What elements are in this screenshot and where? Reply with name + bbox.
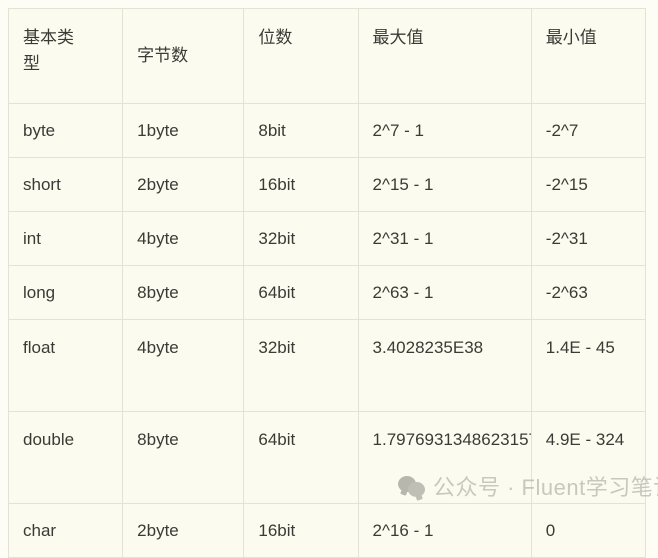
column-header-min-value: 最小值 xyxy=(530,8,647,104)
cell-max: 2^31 - 1 xyxy=(357,211,532,266)
cell-max: 2^16 - 1 xyxy=(357,503,532,558)
column-header-bits: 位数 xyxy=(243,8,359,104)
cell-bytes: 8byte xyxy=(122,265,245,320)
cell-max: 2^7 - 1 xyxy=(357,103,532,158)
cell-bytes: 4byte xyxy=(122,211,245,266)
cell-bits: 16bit xyxy=(243,157,359,212)
cell-bits: 64bit xyxy=(243,411,359,504)
cell-min: -2^63 xyxy=(530,265,647,320)
table-row: int 4byte 32bit 2^31 - 1 -2^31 xyxy=(7,211,647,266)
cell-max: 3.4028235E38 xyxy=(357,319,532,412)
table-row: byte 1byte 8bit 2^7 - 1 -2^7 xyxy=(7,103,647,158)
cell-bits: 16bit xyxy=(243,503,359,558)
cell-type: long xyxy=(7,265,124,320)
cell-max: 1.7976931348623157E308 xyxy=(357,411,532,504)
cell-type: double xyxy=(7,411,124,504)
cell-bytes: 2byte xyxy=(122,157,245,212)
cell-type: byte xyxy=(7,103,124,158)
cell-bits: 64bit xyxy=(243,265,359,320)
cell-bytes: 1byte xyxy=(122,103,245,158)
cell-min: -2^31 xyxy=(530,211,647,266)
cell-type: float xyxy=(7,319,124,412)
table-row: double 8byte 64bit 1.7976931348623157E30… xyxy=(7,411,647,504)
cell-min: -2^15 xyxy=(530,157,647,212)
cell-min: 4.9E - 324 xyxy=(530,411,647,504)
cell-type: int xyxy=(7,211,124,266)
table-header-row: 基本类型 字节数 位数 最大值 最小值 xyxy=(7,8,647,104)
java-primitive-types-table-container: 基本类型 字节数 位数 最大值 最小值 byte 1byte 8bit 2^7 … xyxy=(7,8,647,558)
cell-bits: 8bit xyxy=(243,103,359,158)
cell-bits: 32bit xyxy=(243,319,359,412)
cell-min: 0 xyxy=(530,503,647,558)
cell-bytes: 2byte xyxy=(122,503,245,558)
cell-bytes: 4byte xyxy=(122,319,245,412)
column-header-bytes: 字节数 xyxy=(122,8,245,104)
column-header-max-value: 最大值 xyxy=(357,8,532,104)
cell-min: -2^7 xyxy=(530,103,647,158)
cell-bits: 32bit xyxy=(243,211,359,266)
cell-max: 2^63 - 1 xyxy=(357,265,532,320)
cell-type: short xyxy=(7,157,124,212)
cell-bytes: 8byte xyxy=(122,411,245,504)
table-row: long 8byte 64bit 2^63 - 1 -2^63 xyxy=(7,265,647,320)
table-row: float 4byte 32bit 3.4028235E38 1.4E - 45 xyxy=(7,319,647,412)
java-primitive-types-table: 基本类型 字节数 位数 最大值 最小值 byte 1byte 8bit 2^7 … xyxy=(7,8,647,558)
cell-min: 1.4E - 45 xyxy=(530,319,647,412)
table-row: short 2byte 16bit 2^15 - 1 -2^15 xyxy=(7,157,647,212)
table-row: char 2byte 16bit 2^16 - 1 0 xyxy=(7,503,647,558)
column-header-type: 基本类型 xyxy=(7,8,124,104)
cell-type: char xyxy=(7,503,124,558)
cell-max: 2^15 - 1 xyxy=(357,157,532,212)
